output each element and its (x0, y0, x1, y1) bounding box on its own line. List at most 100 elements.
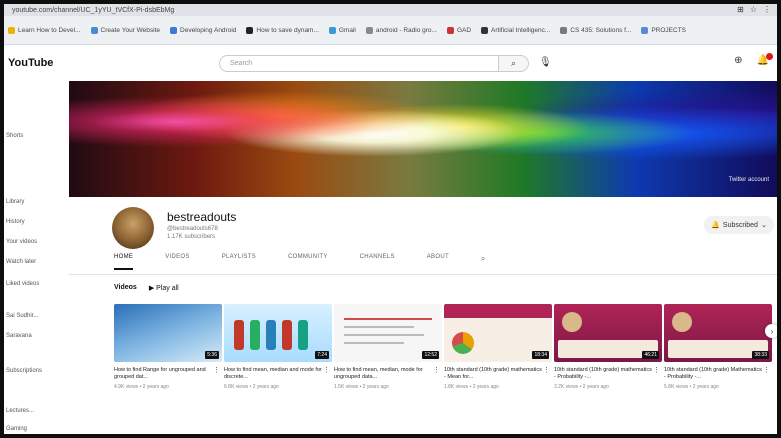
star-icon[interactable]: ☆ (750, 5, 757, 14)
sidebar-item[interactable]: Your videos (6, 239, 37, 245)
menu-icon[interactable]: ⋮ (763, 5, 771, 14)
more-options-icon[interactable]: ⋮ (213, 366, 220, 374)
bookmark-icon (481, 26, 489, 34)
video-thumbnail[interactable]: 38:33 (664, 304, 772, 362)
more-options-icon[interactable]: ⋮ (653, 366, 660, 374)
subscriber-count: 1.17K subscribers (167, 234, 216, 240)
sidebar-item[interactable]: Gaming (6, 426, 27, 432)
video-meta: 5.8K views • 2 years ago (664, 384, 719, 390)
video-card[interactable]: 12:52 How to find mean, median, mode for… (334, 304, 442, 390)
video-thumbnail[interactable]: 12:52 (334, 304, 442, 362)
chevron-down-icon: ⌄ (760, 222, 767, 229)
video-title[interactable]: 10th standard (10th grade) mathematics -… (554, 367, 662, 381)
video-duration: 5:36 (205, 351, 219, 359)
video-thumbnail[interactable]: 18:34 (444, 304, 552, 362)
youtube-logo[interactable]: YouTube (8, 57, 53, 69)
sidebar-item[interactable]: Library (6, 199, 24, 205)
video-thumbnail[interactable]: 7:24 (224, 304, 332, 362)
tab-channels[interactable]: CHANNELS (360, 254, 395, 270)
bookmark-icon (246, 26, 254, 34)
more-options-icon[interactable]: ⋮ (543, 366, 550, 374)
youtube-header: YouTube Search ⌕ 🎙 ⊕ 🔔 (4, 45, 777, 81)
sidebar-item[interactable]: Subscriptions (6, 368, 42, 374)
sidebar-item[interactable]: Watch later (6, 259, 36, 265)
bookmark-icon (446, 26, 454, 34)
video-thumbnail[interactable]: 46:21 (554, 304, 662, 362)
notifications-bell-icon[interactable]: 🔔 (757, 53, 774, 66)
create-video-icon[interactable]: ⊕ (734, 55, 742, 66)
video-title[interactable]: How to find Range for ungrouped and grou… (114, 367, 222, 381)
section-title: Videos (114, 284, 137, 291)
text-line-graphic (344, 342, 404, 344)
bookmark-icon (90, 26, 98, 34)
video-card[interactable]: 7:24 How to find mean, median and mode f… (224, 304, 332, 390)
text-line-graphic (344, 334, 424, 336)
video-duration: 38:33 (752, 351, 769, 359)
pie-graphic (452, 332, 474, 354)
tab-about[interactable]: ABOUT (427, 254, 449, 270)
browser-window: youtube.com/channel/UC_1yYU_tVCfX-Pi-dsb… (4, 4, 777, 434)
bookmark-icon (641, 26, 649, 34)
video-meta: 6.8K views • 2 years ago (224, 384, 279, 390)
channel-search-icon[interactable]: ⌕ (481, 254, 486, 270)
sidebar: Shorts Library History Your videos Watch… (4, 81, 64, 434)
extensions-icon[interactable]: ⊞ (737, 5, 744, 14)
chevron-right-icon: › (770, 326, 774, 336)
figure-graphic (298, 320, 308, 350)
more-options-icon[interactable]: ⋮ (763, 366, 770, 374)
bookmark-item[interactable]: CS 435: Solutions f... (560, 26, 631, 34)
bookmark-item[interactable]: GAD (446, 26, 471, 34)
bookmark-item[interactable]: PROJECTS (641, 26, 686, 34)
sidebar-item[interactable]: Lectures... (6, 408, 34, 414)
search-input[interactable]: Search (219, 55, 499, 72)
video-duration: 12:52 (422, 351, 439, 359)
channel-name: bestreadouts (167, 210, 237, 224)
more-options-icon[interactable]: ⋮ (323, 366, 330, 374)
video-meta: 1.8K views • 2 years ago (444, 384, 499, 390)
tab-home[interactable]: HOME (114, 254, 134, 270)
banner-link[interactable]: Twitter account (729, 177, 769, 183)
bookmark-icon (170, 26, 178, 34)
bookmark-item[interactable]: android - Radio gro... (365, 26, 437, 34)
tab-videos[interactable]: VIDEOS (165, 254, 189, 270)
sidebar-item[interactable]: Sai Sudhir... (6, 313, 38, 319)
video-card[interactable]: 5:36 How to find Range for ungrouped and… (114, 304, 222, 390)
video-meta: 4.9K views • 2 years ago (114, 384, 169, 390)
bookmark-item[interactable]: Create Your Website (90, 26, 160, 34)
video-thumbnail[interactable]: 5:36 (114, 304, 222, 362)
text-line-graphic (344, 318, 432, 320)
sidebar-item[interactable]: Saravana (6, 333, 32, 339)
subscribed-button[interactable]: 🔔 Subscribed ⌄ (704, 216, 774, 234)
figure-graphic (250, 320, 260, 350)
tabs-divider (69, 274, 777, 275)
videos-section-header: Videos ▶ Play all (114, 284, 179, 292)
sidebar-item[interactable]: History (6, 219, 25, 225)
more-options-icon[interactable]: ⋮ (433, 366, 440, 374)
video-card[interactable]: 18:34 10th standard (10th grade) mathema… (444, 304, 552, 390)
bookmark-item[interactable]: How to save dynam... (246, 26, 319, 34)
video-card[interactable]: 38:33 10th standard (10th grade) Mathema… (664, 304, 772, 390)
bell-icon: 🔔 (711, 222, 720, 229)
video-card[interactable]: 46:21 10th standard (10th grade) mathema… (554, 304, 662, 390)
tab-playlists[interactable]: PLAYLISTS (222, 254, 256, 270)
url-text[interactable]: youtube.com/channel/UC_1yYU_tVCfX-Pi-dsb… (12, 7, 174, 14)
video-title[interactable]: How to find mean, median, mode for ungro… (334, 367, 442, 381)
bookmark-item[interactable]: Artificial Intelligenc... (481, 26, 550, 34)
search-button[interactable]: ⌕ (499, 55, 529, 72)
video-title[interactable]: How to find mean, median and mode for di… (224, 367, 332, 381)
bookmark-icon (560, 26, 568, 34)
address-bar[interactable]: youtube.com/channel/UC_1yYU_tVCfX-Pi-dsb… (4, 4, 777, 16)
bookmark-item[interactable]: Learn How to Devel... (8, 26, 81, 34)
microphone-icon[interactable]: 🎙 (539, 57, 552, 68)
next-arrow-button[interactable]: › (765, 324, 777, 338)
bookmark-item[interactable]: Developing Android (170, 26, 236, 34)
sidebar-item[interactable]: Liked videos (6, 281, 39, 287)
channel-avatar[interactable] (112, 207, 154, 249)
video-title[interactable]: 10th standard (10th grade) Mathematics -… (664, 367, 772, 381)
sidebar-item[interactable]: Shorts (6, 133, 23, 139)
video-title[interactable]: 10th standard (10th grade) mathematics -… (444, 367, 552, 381)
tab-community[interactable]: COMMUNITY (288, 254, 328, 270)
play-all-button[interactable]: ▶ Play all (149, 284, 179, 292)
bookmark-item[interactable]: Gmail (328, 26, 356, 34)
video-meta: 3.2K views • 2 years ago (554, 384, 609, 390)
